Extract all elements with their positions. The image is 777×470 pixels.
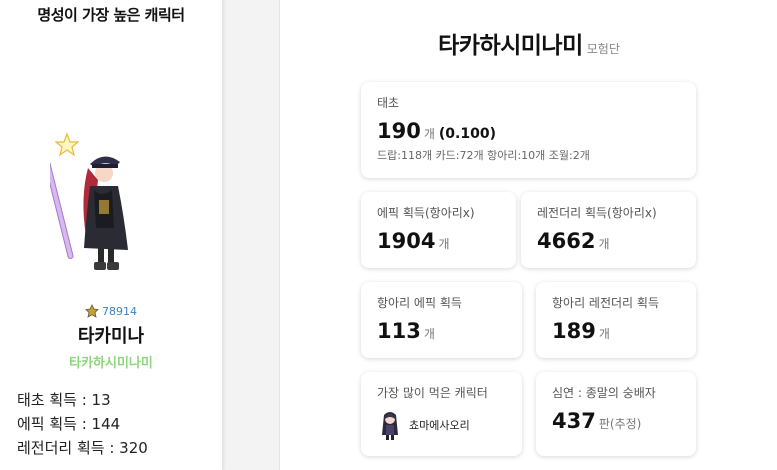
legendary-card: 레전더리 획득(항아리x) 4662 개: [521, 192, 696, 268]
title-suffix: 모험단: [586, 42, 620, 56]
character-mini-sprite: [382, 412, 398, 440]
card-value-row: 1904 개: [377, 229, 500, 253]
abyss-count: 437: [552, 409, 596, 433]
panel-title: 명성이 가장 높은 캐릭터: [37, 6, 185, 24]
taecho-ratio: (0.100): [438, 126, 496, 142]
unit: 개: [423, 127, 435, 141]
card-label: 레전더리 획득(항아리x): [537, 206, 657, 220]
taecho-breakdown: 드랍:118개 카드:72개 항아리:10개 조월:2개: [377, 149, 590, 162]
character-name: 타카미나: [77, 326, 145, 347]
card-value-row: 190 개 (0.100): [377, 119, 680, 143]
most-eaten-name: 쵸마에사오리: [409, 419, 470, 432]
adventure-name: 타카하시미나미: [69, 356, 153, 371]
pot-epic-count: 113: [377, 319, 421, 343]
page-title: 타카하시미나미 모험단: [280, 26, 777, 60]
most-eaten-card: 가장 많이 먹은 캐릭터 쵸마에사오리: [361, 372, 522, 456]
character-sprite: [50, 132, 128, 270]
fame-value: 78914: [102, 304, 137, 318]
adventure-title: 타카하시미나미: [438, 33, 583, 59]
unit: 개: [598, 327, 610, 341]
unit: 개: [438, 237, 450, 251]
card-label: 항아리 레전더리 획득: [552, 296, 659, 310]
fame-icon: [85, 304, 99, 318]
abyss-card: 심연 : 종말의 숭배자 437 판(추정): [536, 372, 696, 456]
unit: 개: [598, 237, 610, 251]
pot-legendary-count: 189: [552, 319, 596, 343]
stat-taecho: 태초 획득 : 13: [17, 391, 111, 409]
card-label: 에픽 획득(항아리x): [377, 206, 475, 220]
fame-row: 78914: [0, 304, 222, 318]
epic-count: 1904: [377, 229, 436, 253]
card-label: 심연 : 종말의 숭배자: [552, 386, 656, 400]
adventure-stats-panel: 타카하시미나미 모험단 태초 190 개 (0.100) 드랍:118개 카드:72개…: [279, 0, 777, 470]
card-value-row: 437 판(추정): [552, 409, 680, 433]
legendary-count: 4662: [537, 229, 596, 253]
character-stats: 태초 획득 : 13 에픽 획득 : 144 레전더리 획득 : 320: [17, 388, 148, 460]
taecho-count: 190: [377, 119, 421, 143]
card-label: 태초: [377, 96, 400, 110]
stat-legendary: 레전더리 획득 : 320: [17, 439, 148, 457]
top-character-panel: 명성이 가장 높은 캐릭터 78914 타카미나 타카하시미나미 태초 획득 :…: [0, 0, 223, 470]
stat-epic: 에픽 획득 : 144: [17, 415, 121, 433]
unit: 개: [423, 327, 435, 341]
pot-legendary-card: 항아리 레전더리 획득 189 개: [536, 282, 696, 358]
most-eaten-row: 쵸마에사오리: [377, 409, 506, 441]
pot-epic-card: 항아리 에픽 획득 113 개: [361, 282, 522, 358]
card-value-row: 189 개: [552, 319, 680, 343]
unit: 판(추정): [598, 417, 642, 431]
card-value-row: 113 개: [377, 319, 506, 343]
card-label: 가장 많이 먹은 캐릭터: [377, 386, 488, 400]
card-value-row: 4662 개: [537, 229, 680, 253]
epic-card: 에픽 획득(항아리x) 1904 개: [361, 192, 516, 268]
taecho-card: 태초 190 개 (0.100) 드랍:118개 카드:72개 항아리:10개 조월…: [361, 82, 696, 178]
card-label: 항아리 에픽 획득: [377, 296, 462, 310]
